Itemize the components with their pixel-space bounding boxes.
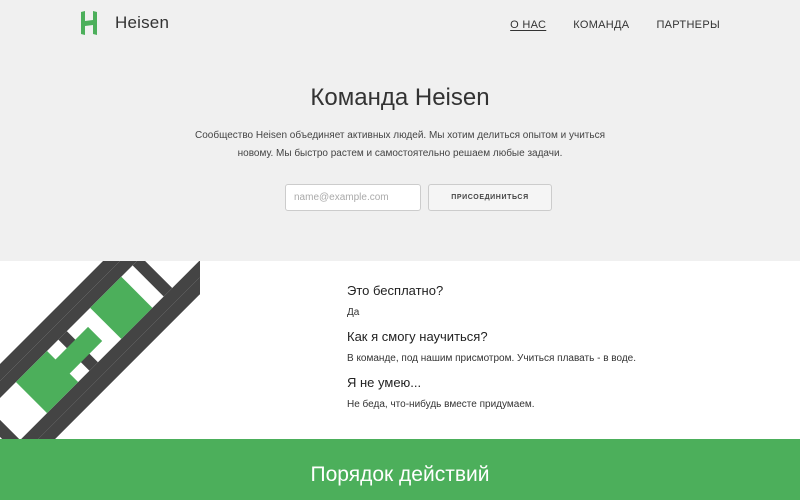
steps-section: Порядок действий [0,439,800,500]
steps-title: Порядок действий [310,463,490,486]
faq-section: Это бесплатно? Да Как я смогу научиться?… [347,282,767,420]
ladder-illustration [0,261,200,439]
nav-link-about[interactable]: О НАС [510,19,546,31]
h-logo-icon [81,11,97,35]
faq-item: Как я смогу научиться? В команде, под на… [347,328,767,365]
hero-description-line-1: Сообщество Heisen объединяет активных лю… [195,130,605,141]
brand-name: Heisen [115,13,170,32]
main-nav: О НАС КОМАНДА ПАРТНЕРЫ [483,19,720,31]
faq-item: Я не умею... Не беда, что-нибудь вместе … [347,374,767,411]
faq-answer: В команде, под нашим присмотром. Учиться… [347,353,637,364]
ladder-graphic [0,261,200,439]
hero-description-line-2: новому. Мы быстро растем и самостоятельн… [237,148,563,159]
page-title: Команда Heisen [310,84,490,111]
hero-section: Heisen О НАС КОМАНДА ПАРТНЕРЫ Команда He… [0,0,800,261]
signup-form: ПРИСОЕДИНИТЬСЯ [285,184,552,211]
nav-link-team[interactable]: КОМАНДА [573,19,629,31]
email-input[interactable] [285,184,421,211]
faq-question: Я не умею... [347,375,422,390]
faq-question: Как я смогу научиться? [347,329,488,344]
faq-question: Это бесплатно? [347,283,444,298]
nav-link-partners[interactable]: ПАРТНЕРЫ [656,19,720,31]
join-button[interactable]: ПРИСОЕДИНИТЬСЯ [428,184,552,211]
hero-description: Сообщество Heisen объединяет активных лю… [160,127,640,163]
brand-logo[interactable]: Heisen [80,10,169,36]
faq-item: Это бесплатно? Да [347,282,767,319]
faq-answer: Да [347,307,360,318]
faq-answer: Не беда, что-нибудь вместе придумаем. [347,399,535,410]
